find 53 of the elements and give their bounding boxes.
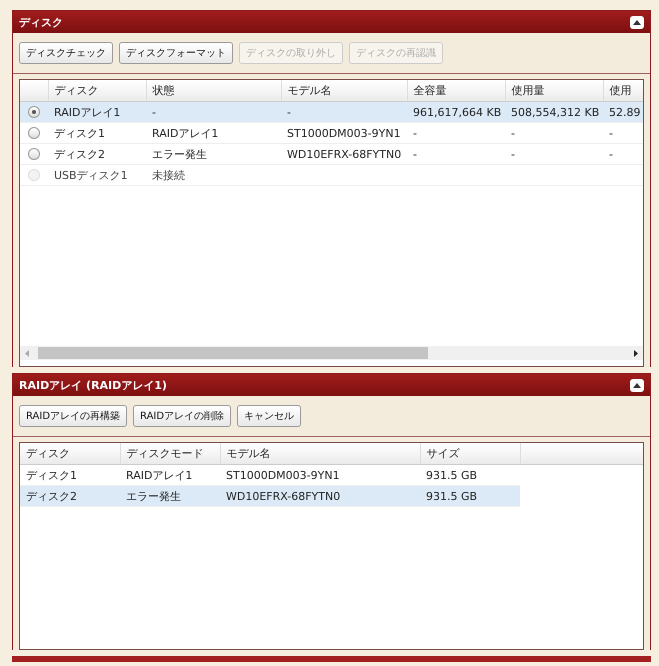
toolbar-button[interactable]: RAIDアレイの再構築 (19, 405, 128, 427)
table-cell: WD10EFRX-68FYTN0 (226, 490, 340, 502)
table-cell: ディスク1 (26, 468, 77, 482)
table-cell: ST1000DM003-9YN1 (287, 126, 401, 140)
column-header[interactable]: サイズ (420, 443, 520, 464)
scroll-right-icon[interactable] (634, 350, 638, 356)
table-cell: 961,617,664 KB (413, 106, 502, 118)
table-cell: USBディスク1 (54, 168, 128, 182)
table-cell: RAIDアレイ1 (126, 468, 192, 482)
radio-button[interactable] (28, 127, 40, 139)
table-cell: - (609, 148, 613, 160)
column-header[interactable]: ディスク (20, 443, 120, 464)
panel-title: RAIDアレイ (RAIDアレイ1) (19, 378, 167, 392)
table-cell: - (511, 148, 515, 160)
table-cell: ディスク2 (54, 148, 105, 160)
table-cell: - (152, 106, 156, 118)
table-cell: 931.5 GB (426, 468, 478, 482)
radio-button[interactable] (28, 106, 40, 118)
table-cell: - (511, 126, 515, 140)
table-cell: エラー発生 (152, 148, 207, 160)
column-header[interactable]: ディスク (48, 80, 146, 102)
column-header[interactable]: 使用量 (505, 80, 603, 102)
table-cell: 508,554,312 KB (511, 106, 600, 118)
table-cell: - (413, 126, 417, 140)
column-header[interactable]: 使用 (603, 80, 643, 102)
panel-title: ディスク (19, 14, 63, 30)
table-cell: 52.89 (609, 106, 640, 118)
table-cell: RAIDアレイ1 (152, 126, 218, 140)
table-cell: WD10EFRX-68FYTN0 (287, 148, 402, 160)
toolbar-button[interactable]: RAIDアレイの削除 (133, 405, 232, 427)
toolbar-button[interactable]: ディスクフォーマット (119, 42, 233, 64)
toolbar-button[interactable]: キャンセル (237, 405, 302, 427)
table-cell: ディスク1 (54, 126, 105, 140)
radio-button[interactable] (28, 148, 40, 160)
collapse-icon[interactable] (630, 378, 644, 392)
table-cell: - (413, 148, 417, 160)
table-cell: - (609, 126, 613, 140)
horizontal-scrollbar[interactable] (20, 346, 643, 360)
table-cell: ディスク2 (26, 490, 77, 502)
column-header[interactable]: モデル名 (281, 80, 407, 102)
table-cell: エラー発生 (126, 490, 181, 502)
column-header[interactable]: 全容量 (407, 80, 505, 102)
column-header[interactable]: モデル名 (220, 443, 420, 464)
table-cell: - (287, 106, 291, 118)
table-cell: RAIDアレイ1 (54, 106, 120, 118)
column-header[interactable]: 状態 (146, 80, 281, 102)
column-header[interactable]: ディスクモード (120, 443, 220, 464)
toolbar-button[interactable]: ディスクチェック (19, 42, 113, 64)
table-cell: 未接続 (152, 168, 185, 182)
scroll-left-icon[interactable] (25, 350, 29, 356)
table-cell: ST1000DM003-9YN1 (226, 468, 340, 482)
collapse-icon[interactable] (630, 16, 644, 28)
table-cell: 931.5 GB (426, 490, 478, 502)
